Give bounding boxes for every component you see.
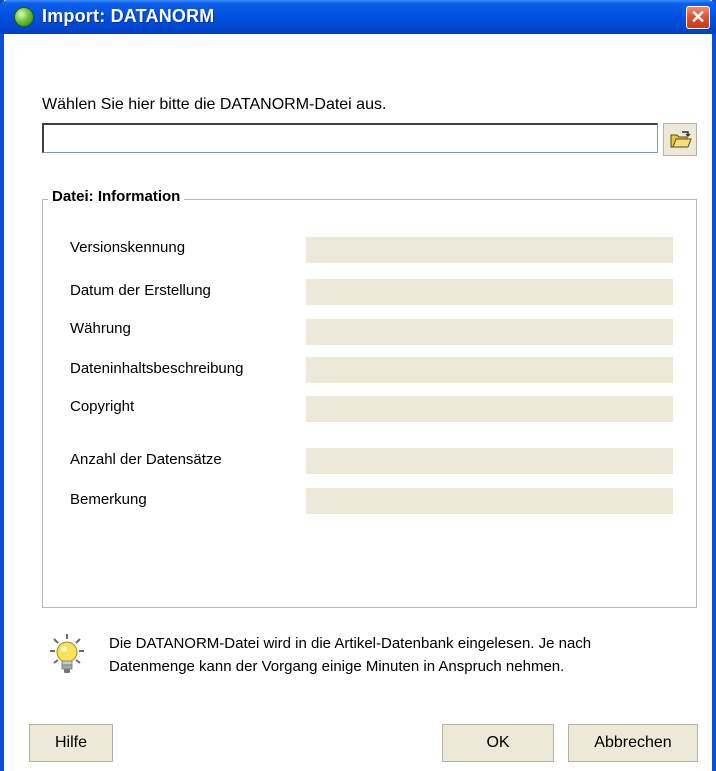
label-dateninhalt: Dateninhaltsbeschreibung <box>70 360 244 377</box>
field-bemerkung <box>306 488 673 514</box>
help-button[interactable]: Hilfe <box>29 724 113 762</box>
lightbulb-icon <box>50 634 84 673</box>
file-info-legend: Datei: Information <box>48 188 185 205</box>
label-anzahl-datensaetze: Anzahl der Datensätze <box>70 451 222 468</box>
label-versionskennung: Versionskennung <box>70 239 186 256</box>
field-copyright <box>306 396 673 422</box>
label-waehrung: Währung <box>70 320 131 337</box>
import-dialog: Import: DATANORM ✕ Wählen Sie hier bitte… <box>0 0 716 771</box>
app-globe-icon <box>14 7 34 27</box>
close-icon: ✕ <box>690 7 706 27</box>
field-dateninhalt <box>306 357 673 383</box>
file-prompt-label: Wählen Sie hier bitte die DATANORM-Datei… <box>42 96 387 113</box>
cancel-button[interactable]: Abbrechen <box>568 724 698 762</box>
browse-button[interactable] <box>663 123 697 156</box>
label-bemerkung: Bemerkung <box>70 491 147 508</box>
notice-line-2: Datenmenge kann der Vorgang einige Minut… <box>109 658 565 675</box>
label-datum-erstellung: Datum der Erstellung <box>70 282 211 299</box>
field-datum-erstellung <box>306 279 673 305</box>
notice-text: Die DATANORM-Datei wird in die Artikel-D… <box>109 632 699 678</box>
folder-open-icon <box>670 131 692 148</box>
ok-button[interactable]: OK <box>442 724 554 762</box>
field-anzahl-datensaetze <box>306 448 673 474</box>
window-title: Import: DATANORM <box>42 6 215 26</box>
close-button[interactable]: ✕ <box>686 6 710 29</box>
field-versionskennung <box>306 237 673 263</box>
field-waehrung <box>306 319 673 345</box>
file-path-input[interactable] <box>42 123 658 153</box>
label-copyright: Copyright <box>70 398 135 415</box>
title-bar[interactable]: Import: DATANORM ✕ <box>0 0 716 34</box>
notice-line-1: Die DATANORM-Datei wird in die Artikel-D… <box>109 635 592 652</box>
